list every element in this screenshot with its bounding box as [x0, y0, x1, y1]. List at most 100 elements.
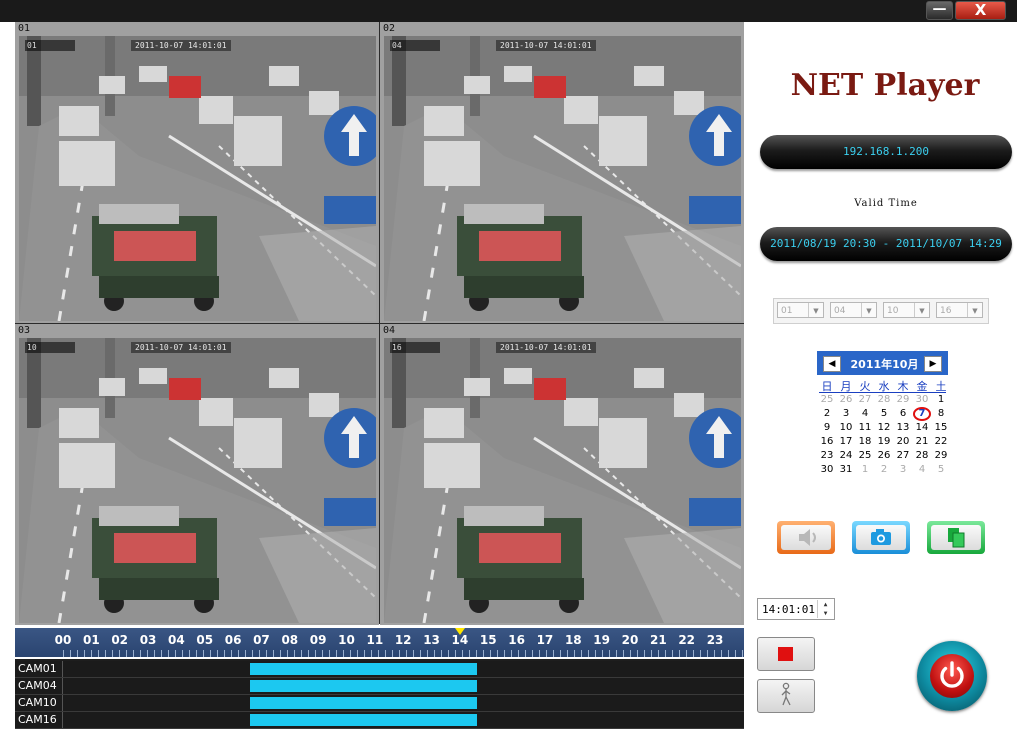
calendar-day[interactable]: 31 — [837, 463, 855, 477]
close-button[interactable]: X — [955, 1, 1006, 20]
weekday-label: 月 — [840, 380, 852, 393]
channel-select-value: 16 — [940, 306, 952, 316]
calendar-day[interactable]: 10 — [837, 421, 855, 435]
track-label: CAM10 — [18, 696, 57, 709]
motion-search-button[interactable] — [757, 679, 815, 713]
calendar-day[interactable]: 27 — [856, 393, 874, 407]
calendar-day[interactable]: 1 — [856, 463, 874, 477]
calendar-day[interactable]: 18 — [856, 435, 874, 449]
calendar-day[interactable]: 24 — [837, 449, 855, 463]
calendar-day[interactable]: 1 — [932, 393, 950, 407]
channel-select-1[interactable]: 01 ▼ — [777, 302, 824, 318]
calendar-day[interactable]: 2 — [818, 407, 836, 421]
recording-segment[interactable] — [250, 697, 477, 709]
calendar-day[interactable]: 8 — [932, 407, 950, 421]
time-spinner[interactable]: ▲ ▼ — [817, 600, 833, 618]
video-frame[interactable]: 16 2011-10-07 14:01:01 — [384, 338, 741, 623]
calendar-day[interactable]: 5 — [932, 463, 950, 477]
calendar-day[interactable]: 23 — [818, 449, 836, 463]
channel-select-2[interactable]: 04 ▼ — [830, 302, 877, 318]
calendar-day[interactable]: 2 — [875, 463, 893, 477]
hour-label: 12 — [394, 633, 412, 647]
weekday-label: 日 — [821, 380, 833, 393]
camera-icon — [871, 529, 891, 545]
calendar-day[interactable]: 3 — [837, 407, 855, 421]
channel-select-value: 10 — [887, 306, 899, 316]
calendar-day[interactable]: 13 — [894, 421, 912, 435]
calendar-day[interactable]: 11 — [856, 421, 874, 435]
video-cell-2[interactable]: 02 04 2011-10-07 14:01:01 — [380, 22, 744, 323]
track-label: CAM04 — [18, 679, 57, 692]
track-row[interactable]: CAM16 — [15, 712, 744, 729]
calendar-day[interactable]: 26 — [875, 449, 893, 463]
channel-label: 01 — [18, 23, 31, 34]
calendar-day[interactable]: 15 — [932, 421, 950, 435]
calendar-day[interactable]: 9 — [818, 421, 836, 435]
calendar-day[interactable]: 29 — [932, 449, 950, 463]
valid-time-range: 2011/08/19 20:30 - 2011/10/07 14:29 — [760, 227, 1012, 261]
video-cell-4[interactable]: 04 16 2011-10-07 14:01:01 — [380, 324, 744, 625]
calendar-day[interactable]: 12 — [875, 421, 893, 435]
ruler-ticks — [63, 650, 743, 657]
hour-label: 09 — [309, 633, 327, 647]
channel-select-4[interactable]: 16 ▼ — [936, 302, 983, 318]
snapshot-button[interactable] — [852, 521, 910, 554]
recording-segment[interactable] — [250, 714, 477, 726]
calendar-day[interactable]: 6 — [894, 407, 912, 421]
calendar-day[interactable]: 17 — [837, 435, 855, 449]
calendar-day[interactable]: 25 — [818, 393, 836, 407]
calendar-header: ◀ 2011年10月 ▶ — [817, 351, 948, 375]
track-row[interactable]: CAM04 — [15, 678, 744, 695]
calendar-day[interactable]: 30 — [818, 463, 836, 477]
calendar-day[interactable]: 20 — [894, 435, 912, 449]
audio-button[interactable] — [777, 521, 835, 554]
backup-button[interactable] — [927, 521, 985, 554]
calendar-day[interactable]: 16 — [818, 435, 836, 449]
calendar-day[interactable]: 21 — [913, 435, 931, 449]
osd-timestamp: 2011-10-07 14:01:01 — [496, 40, 596, 51]
recording-segment[interactable] — [250, 663, 477, 675]
channel-select-3[interactable]: 10 ▼ — [883, 302, 930, 318]
calendar-day[interactable]: 25 — [856, 449, 874, 463]
dropdown-arrow-icon: ▼ — [967, 303, 982, 317]
hour-label: 08 — [281, 633, 299, 647]
calendar-day[interactable]: 22 — [932, 435, 950, 449]
osd-timestamp: 2011-10-07 14:01:01 — [131, 342, 231, 353]
calendar-day[interactable]: 28 — [913, 449, 931, 463]
calendar-day[interactable]: 4 — [856, 407, 874, 421]
dropdown-arrow-icon: ▼ — [808, 303, 823, 317]
video-cell-3[interactable]: 03 10 2011-10-07 14:01:01 — [15, 324, 379, 625]
weekday-label: 金 — [916, 380, 928, 393]
video-cell-1[interactable]: 01 01 2011-10-07 14:01:01 — [15, 22, 379, 323]
power-button[interactable] — [917, 641, 987, 711]
calendar-day[interactable]: 7 — [913, 407, 931, 421]
calendar-day[interactable]: 19 — [875, 435, 893, 449]
calendar-day[interactable]: 26 — [837, 393, 855, 407]
recording-segment[interactable] — [250, 680, 477, 692]
time-input[interactable]: 14:01:01 ▲ ▼ — [757, 598, 835, 620]
hour-label: 02 — [111, 633, 129, 647]
video-frame[interactable]: 01 2011-10-07 14:01:01 — [19, 36, 376, 321]
track-row[interactable]: CAM01 — [15, 661, 744, 678]
minimize-button[interactable]: — — [926, 1, 953, 20]
timeline-ruler[interactable]: 00 01 02 03 04 05 06 07 08 09 10 11 12 13 14 15 16 17 18 19… — [15, 628, 744, 657]
stop-button[interactable] — [757, 637, 815, 671]
calendar-day[interactable]: 4 — [913, 463, 931, 477]
calendar-day[interactable]: 3 — [894, 463, 912, 477]
calendar-day[interactable]: 30 — [913, 393, 931, 407]
track-row[interactable]: CAM10 — [15, 695, 744, 712]
video-frame[interactable]: 04 2011-10-07 14:01:01 — [384, 36, 741, 321]
calendar-day[interactable]: 27 — [894, 449, 912, 463]
video-frame[interactable]: 10 2011-10-07 14:01:01 — [19, 338, 376, 623]
hour-label: 13 — [423, 633, 440, 647]
next-month-button[interactable]: ▶ — [924, 356, 942, 372]
osd-channel-id: 10 — [25, 342, 75, 353]
calendar-day[interactable]: 5 — [875, 407, 893, 421]
calendar-day[interactable]: 14 — [913, 421, 931, 435]
channel-select-value: 01 — [781, 306, 793, 316]
hour-label: 05 — [196, 633, 214, 647]
hour-label: 00 — [54, 633, 72, 647]
calendar-day[interactable]: 28 — [875, 393, 893, 407]
calendar-day[interactable]: 29 — [894, 393, 912, 407]
chevron-right-icon: ▶ — [929, 359, 937, 369]
